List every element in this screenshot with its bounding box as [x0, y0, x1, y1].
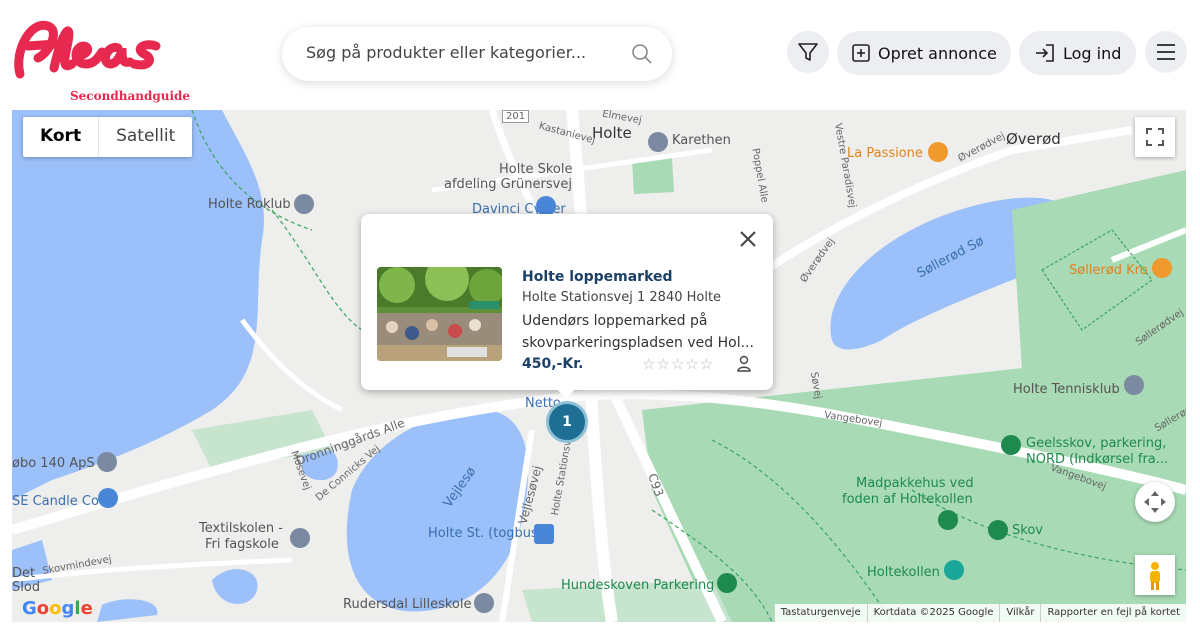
map-data-text: Kortdata ©2025 Google	[866, 604, 1000, 622]
listing-price: 450,-Kr.	[522, 356, 584, 372]
search-input[interactable]: Søg på produkter eller kategorier...	[306, 43, 586, 62]
logo-tagline: Secondhandguide	[70, 89, 191, 103]
popup-pointer	[556, 388, 576, 399]
school-pin-icon[interactable]	[474, 593, 494, 613]
forest-pin-icon[interactable]	[988, 520, 1008, 540]
market-photo	[377, 267, 502, 361]
map-label-textilskolen: Textilskolen -	[199, 521, 283, 536]
report-error-link[interactable]: Rapporter en fejl på kortet	[1040, 604, 1186, 622]
listing-title[interactable]: Holte loppemarked	[522, 269, 673, 285]
keyboard-shortcuts-link[interactable]: Tastaturgenveje	[773, 604, 867, 622]
park-pin-icon[interactable]	[1001, 435, 1021, 455]
pegman-icon	[1150, 562, 1160, 590]
map-label-geelsskov-2: NORD (Indkørsel fra...	[1026, 452, 1169, 467]
login-icon	[1036, 44, 1054, 62]
listing-thumbnail[interactable]	[377, 267, 502, 361]
map-label-obo: øbo 140 ApS	[12, 456, 95, 471]
map-label-holte: Holte	[592, 124, 632, 142]
map-label-skov: Skov	[1012, 523, 1043, 538]
hiking-pin-icon[interactable]	[938, 510, 958, 530]
map-label-la-passione: La Passione	[847, 146, 923, 161]
hamburger-icon	[1157, 44, 1175, 60]
pan-control-icon	[1144, 491, 1166, 513]
map-label-slod: Slod	[12, 580, 41, 595]
search-bar[interactable]: Søg på produkter eller kategorier...	[282, 27, 672, 81]
place-pin-icon[interactable]	[97, 452, 117, 472]
map-label-overod: Øverød	[1006, 130, 1061, 148]
road-shield-201: 201	[502, 110, 530, 123]
terms-link[interactable]: Vilkår	[999, 604, 1040, 622]
create-listing-label: Opret annonce	[878, 44, 997, 63]
map-label-sollerod-kro: Søllerød Kro	[1069, 263, 1148, 278]
place-pin-icon[interactable]	[1124, 375, 1144, 395]
menu-button[interactable]	[1145, 31, 1187, 73]
filter-button[interactable]	[787, 31, 829, 73]
map-label-karethen: Karethen	[672, 133, 731, 148]
user-icon	[737, 355, 751, 372]
map-label-holte-roklub: Holte Roklub	[208, 197, 291, 212]
shop-pin-icon[interactable]	[98, 488, 118, 508]
fullscreen-button[interactable]	[1135, 117, 1175, 157]
close-icon[interactable]	[737, 228, 759, 250]
map-type-satellite[interactable]: Satellit	[99, 117, 192, 157]
create-listing-button[interactable]: Opret annonce	[837, 31, 1011, 75]
listing-popup[interactable]: Holte loppemarked Holte Stationsvej 1 28…	[361, 214, 773, 390]
map-label-rudersdal: Rudersdal Lilleskole	[343, 597, 472, 612]
place-pin-icon[interactable]	[294, 194, 314, 214]
login-label: Log ind	[1063, 44, 1122, 63]
map-label-holtekollen: Holtekollen	[867, 565, 940, 580]
filter-icon	[798, 43, 818, 61]
listing-address: Holte Stationsvej 1 2840 Holte	[522, 290, 722, 305]
map-label-holte-skole-2: afdeling Grünersvej	[444, 177, 572, 192]
school-pin-icon[interactable]	[290, 528, 310, 548]
google-logo: Google	[22, 598, 93, 619]
map-label-hundeskoven: Hundeskoven Parkering	[561, 578, 715, 593]
listing-description: Udendørs loppemarked på skovparkeringspl…	[522, 313, 754, 351]
fleas-logo[interactable]: Secondhandguide	[10, 12, 190, 103]
street-view-button[interactable]	[1135, 555, 1175, 595]
camera-pin-icon[interactable]	[944, 560, 964, 580]
logo-mark	[14, 20, 161, 79]
map-label-madpakkehus-2: foden af Holtekollen	[842, 492, 973, 507]
map-footer: Tastaturgenveje Kortdata ©2025 Google Vi…	[773, 604, 1186, 622]
map-type-toggle[interactable]: Kort Satellit	[23, 117, 193, 157]
map-label-holte-st: Holte St. (togbus)	[428, 526, 543, 541]
forest-pin-icon[interactable]	[717, 573, 737, 593]
rating-stars: ☆☆☆☆☆	[642, 355, 715, 373]
shop-pin-icon[interactable]	[536, 196, 556, 216]
fullscreen-icon	[1146, 128, 1164, 146]
map-label-candle: SE Candle Co	[12, 494, 99, 509]
map-label-geelsskov: Geelsskov, parkering,	[1026, 436, 1167, 451]
map-label-madpakkehus: Madpakkehus ved	[856, 476, 974, 491]
school-pin-icon[interactable]	[648, 132, 668, 152]
plus-square-icon	[852, 44, 870, 62]
cluster-marker[interactable]: 1	[546, 401, 588, 443]
restaurant-pin-icon[interactable]	[928, 142, 948, 162]
login-button[interactable]: Log ind	[1019, 31, 1136, 75]
restaurant-pin-icon[interactable]	[1152, 258, 1172, 278]
search-icon[interactable]	[630, 42, 654, 66]
map-label-holte-skole: Holte Skole	[499, 162, 573, 177]
site-header: Secondhandguide Søg på produkter eller k…	[0, 0, 1200, 108]
bus-station-icon[interactable]	[534, 524, 554, 544]
map-label-holte-tennis: Holte Tennisklub	[1013, 382, 1120, 397]
camera-control-button[interactable]	[1135, 482, 1175, 522]
map-type-map[interactable]: Kort	[23, 117, 100, 157]
map-label-det: Det	[12, 566, 36, 581]
map-label-textilskolen-2: Fri fagskole	[205, 537, 279, 552]
